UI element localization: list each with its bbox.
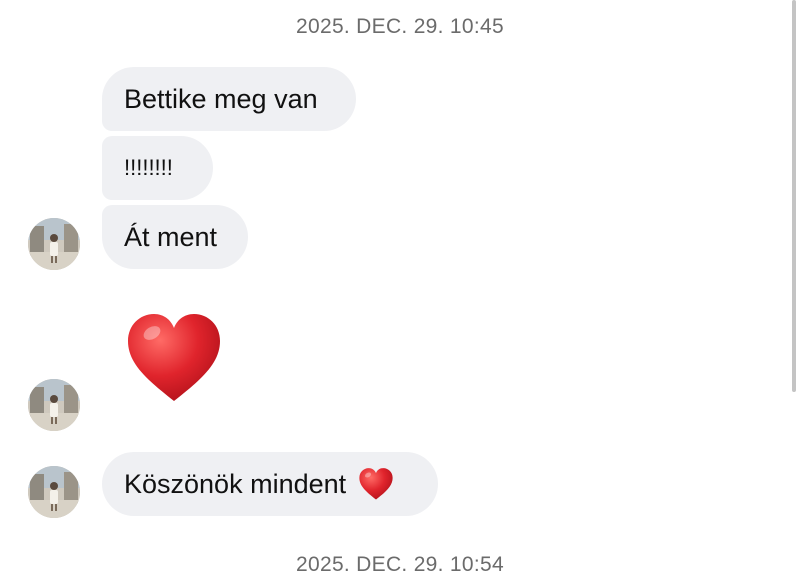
avatar-photo — [28, 466, 80, 518]
message-bubble-3[interactable]: Át ment — [102, 205, 248, 269]
message-text: Át ment — [124, 222, 218, 252]
heart-emoji-large — [128, 314, 220, 401]
message-text: Köszönök mindent — [124, 469, 347, 499]
avatar-photo — [28, 218, 80, 270]
red-heart-icon[interactable] — [126, 311, 222, 405]
timestamp-bottom: 2025. DEC. 29. 10:54 — [296, 553, 504, 576]
sender-avatar[interactable] — [28, 218, 80, 270]
scrollbar[interactable] — [792, 0, 796, 392]
message-bubble-1[interactable]: Bettike meg van — [102, 67, 356, 131]
chat-thread: 2025. DEC. 29. 10:45 Bettike meg van !!!… — [0, 0, 800, 587]
avatar-photo — [28, 379, 80, 431]
message-bubble-2[interactable]: !!!!!!!! — [102, 136, 213, 200]
timestamp-top: 2025. DEC. 29. 10:45 — [296, 15, 504, 38]
message-text: Bettike meg van — [124, 84, 318, 114]
red-heart-icon — [359, 468, 393, 500]
message-text: !!!!!!!! — [124, 155, 173, 180]
sender-avatar[interactable] — [28, 379, 80, 431]
message-bubble-4[interactable]: Köszönök mindent — [102, 452, 438, 516]
sender-avatar[interactable] — [28, 466, 80, 518]
